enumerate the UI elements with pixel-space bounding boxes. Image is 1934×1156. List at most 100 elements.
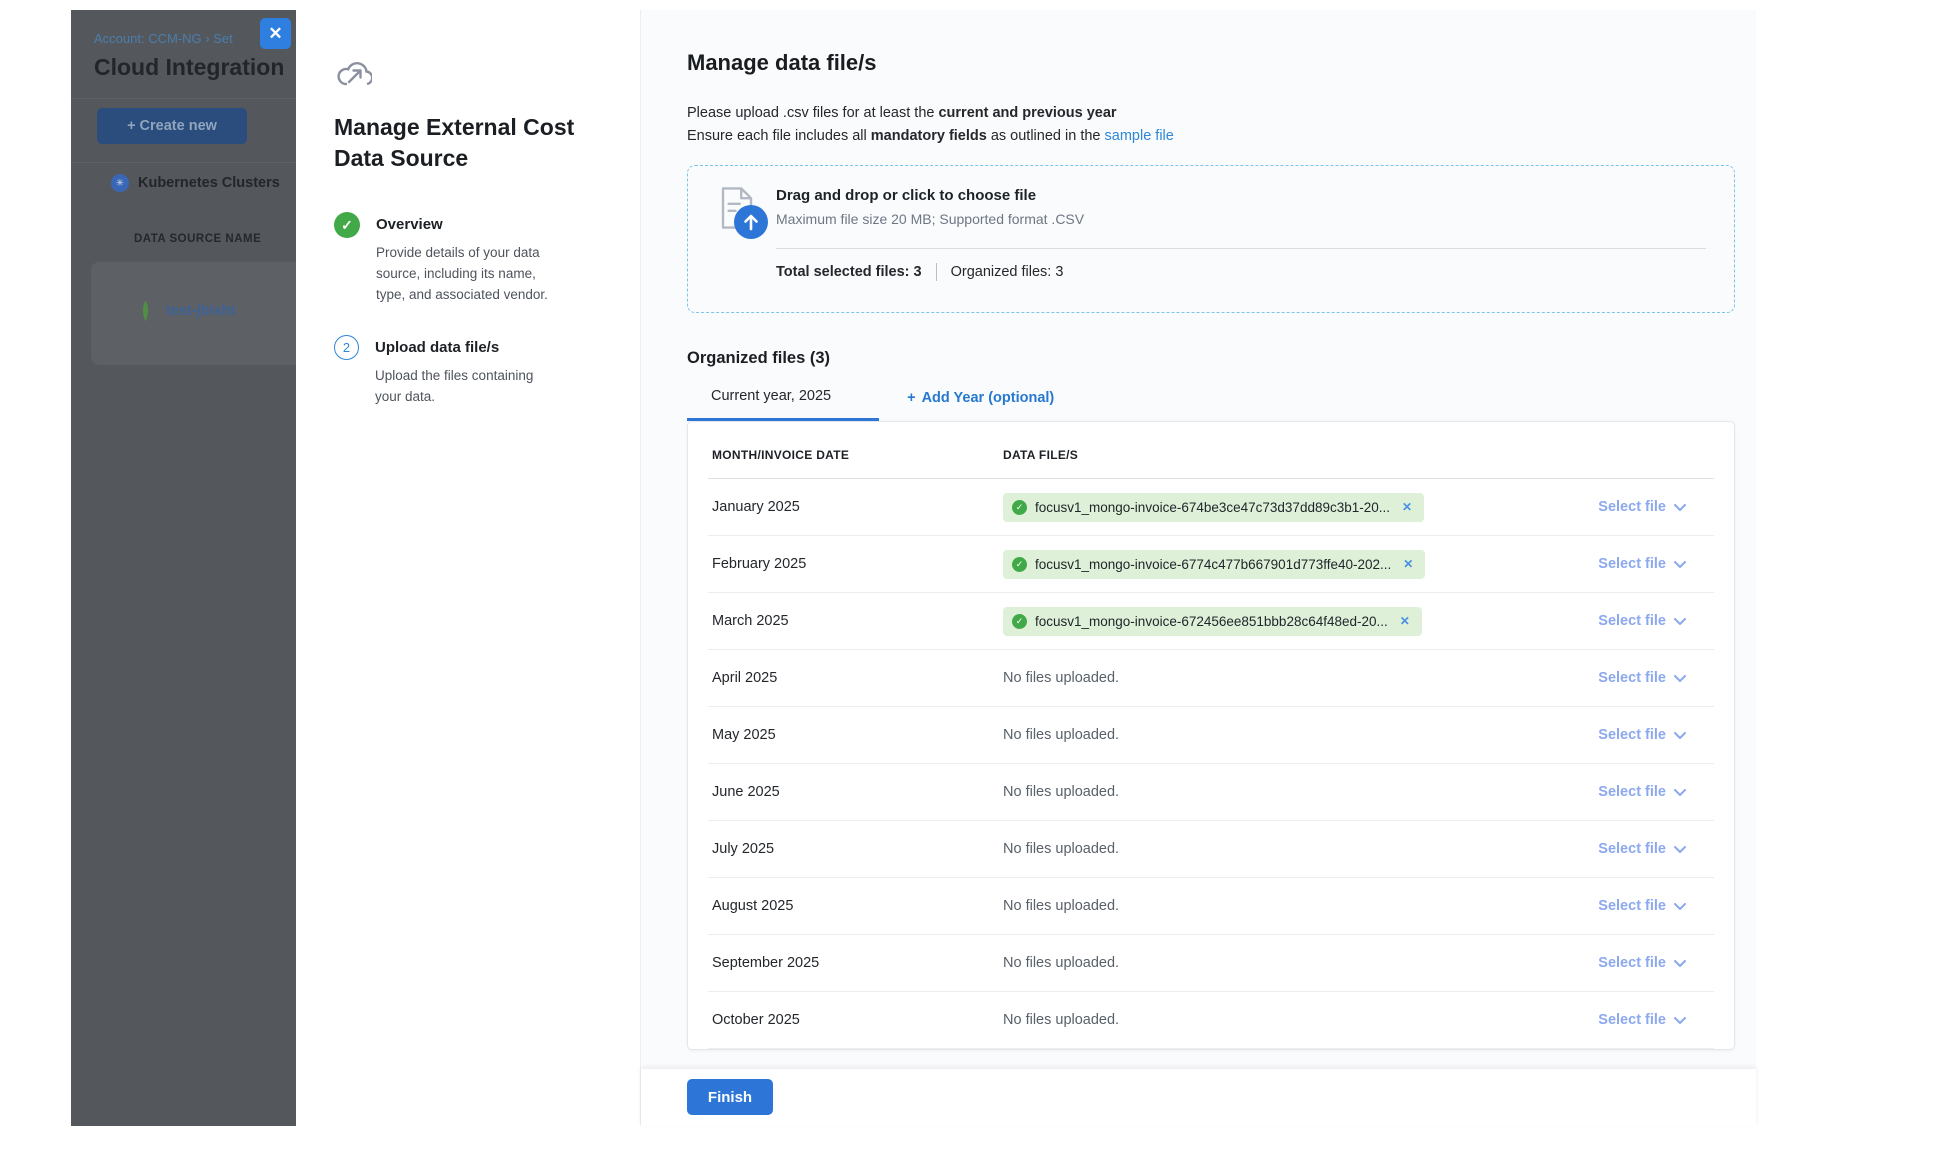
empty-text: No files uploaded. [1003,898,1119,914]
select-file-label: Select file [1598,841,1666,857]
instruction-text: as outlined in the [987,128,1105,144]
sample-file-link[interactable]: sample file [1105,128,1174,144]
step-label: Overview [376,212,552,233]
select-file-label: Select file [1598,784,1666,800]
upload-panel: Manage data file/s Please upload .csv fi… [640,10,1756,1126]
chevron-down-icon [1674,789,1686,796]
select-file-label: Select file [1598,556,1666,572]
select-file-label: Select file [1598,898,1666,914]
table-row[interactable]: test-jbisht [139,298,235,324]
file-cell: No files uploaded. [1003,841,1598,857]
file-cell: No files uploaded. [1003,1012,1598,1028]
mongodb-leaf-icon [139,298,152,324]
chevron-down-icon [1674,903,1686,910]
close-drawer-button[interactable]: ✕ [260,18,291,49]
divider [776,248,1706,249]
data-source-card: test-jbisht [91,262,296,365]
select-file-dropdown[interactable]: Select file [1598,1012,1686,1028]
select-file-dropdown[interactable]: Select file [1598,556,1686,572]
column-header-data-file: DATA FILE/S [1003,448,1078,462]
upload-arrow-icon [734,205,768,239]
file-name: focusv1_mongo-invoice-672456ee851bbb28c6… [1035,614,1388,629]
file-cell: No files uploaded. [1003,670,1598,686]
tab-kubernetes-clusters[interactable]: ✳ Kubernetes Clusters [111,174,280,192]
tab-label: Kubernetes Clusters [138,175,280,191]
table-row: May 2025 No files uploaded. Select file [708,707,1714,764]
chevron-down-icon [1674,732,1686,739]
step-description: Provide details of your data source, inc… [376,242,552,305]
file-dropzone[interactable]: Drag and drop or click to choose file Ma… [687,165,1735,313]
month-label: February 2025 [712,556,1003,572]
empty-text: No files uploaded. [1003,670,1119,686]
table-row: April 2025 No files uploaded. Select fil… [708,650,1714,707]
file-cell: ✓ focusv1_mongo-invoice-672456ee851bbb28… [1003,607,1598,636]
step-description: Upload the files containing your data. [375,365,551,407]
table-row: July 2025 No files uploaded. Select file [708,821,1714,878]
month-label: April 2025 [712,670,1003,686]
table-row: August 2025 No files uploaded. Select fi… [708,878,1714,935]
column-header-data-source-name: DATA SOURCE NAME [134,233,261,245]
check-icon: ✓ [1012,500,1027,515]
instruction-text: Please upload .csv files for at least th… [687,105,938,121]
remove-file-icon[interactable]: ✕ [1403,557,1413,571]
select-file-dropdown[interactable]: Select file [1598,898,1686,914]
month-label: June 2025 [712,784,1003,800]
select-file-dropdown[interactable]: Select file [1598,670,1686,686]
external-cloud-icon [334,58,372,90]
file-totals: Total selected files: 3 Organized files:… [776,263,1706,281]
select-file-dropdown[interactable]: Select file [1598,955,1686,971]
file-chip: ✓ focusv1_mongo-invoice-672456ee851bbb28… [1003,607,1422,636]
table-row: September 2025 No files uploaded. Select… [708,935,1714,992]
finish-button[interactable]: Finish [687,1079,773,1115]
data-source-link[interactable]: test-jbisht [166,303,235,319]
close-icon: ✕ [268,24,282,44]
check-icon: ✓ [1012,557,1027,572]
select-file-dropdown[interactable]: Select file [1598,613,1686,629]
plus-icon: + [907,390,915,406]
create-new-button[interactable]: + Create new [97,108,247,144]
wizard-panel: Manage External Cost Data Source ✓ Overv… [296,10,640,1126]
divider [936,263,937,281]
table-row: January 2025 ✓ focusv1_mongo-invoice-674… [708,479,1714,536]
empty-text: No files uploaded. [1003,727,1119,743]
add-year-button[interactable]: + Add Year (optional) [907,390,1054,420]
instruction-text: Ensure each file includes all [687,128,871,144]
kubernetes-icon: ✳ [111,174,129,192]
instruction-bold: mandatory fields [871,128,987,144]
dropzone-subtitle: Maximum file size 20 MB; Supported forma… [776,211,1706,227]
page-title: Cloud Integration [94,54,284,81]
table-row: June 2025 No files uploaded. Select file [708,764,1714,821]
wizard-step-upload[interactable]: 2 Upload data file/s Upload the files co… [334,335,610,407]
chevron-down-icon [1674,504,1686,511]
select-file-label: Select file [1598,613,1666,629]
dropzone-title: Drag and drop or click to choose file [776,187,1706,204]
select-file-dropdown[interactable]: Select file [1598,841,1686,857]
file-upload-icon [720,187,776,312]
select-file-dropdown[interactable]: Select file [1598,499,1686,515]
tab-current-year[interactable]: Current year, 2025 [687,388,879,421]
month-label: January 2025 [712,499,1003,515]
file-name: focusv1_mongo-invoice-674be3ce47c73d37dd… [1035,500,1390,515]
select-file-dropdown[interactable]: Select file [1598,727,1686,743]
file-cell: ✓ focusv1_mongo-invoice-6774c477b667901d… [1003,550,1598,579]
total-selected-files: Total selected files: 3 [776,264,922,280]
file-cell: ✓ focusv1_mongo-invoice-674be3ce47c73d37… [1003,493,1598,522]
breadcrumb[interactable]: Account: CCM-NG › Set [94,31,233,46]
add-year-label: Add Year (optional) [922,390,1055,406]
upload-panel-body: Manage data file/s Please upload .csv fi… [641,10,1756,1069]
select-file-dropdown[interactable]: Select file [1598,784,1686,800]
remove-file-icon[interactable]: ✕ [1402,500,1412,514]
divider [71,98,296,99]
remove-file-icon[interactable]: ✕ [1400,614,1410,628]
instruction-bold: current and previous year [938,105,1116,121]
chevron-down-icon [1674,618,1686,625]
select-file-label: Select file [1598,1012,1666,1028]
year-tabs: Current year, 2025 + Add Year (optional) [687,388,1734,421]
wizard-step-overview[interactable]: ✓ Overview Provide details of your data … [334,212,610,305]
empty-text: No files uploaded. [1003,841,1119,857]
column-header-month: MONTH/INVOICE DATE [712,448,1003,462]
table-row: October 2025 No files uploaded. Select f… [708,992,1714,1049]
drawer-footer: Finish [641,1069,1756,1126]
select-file-label: Select file [1598,955,1666,971]
month-label: September 2025 [712,955,1003,971]
